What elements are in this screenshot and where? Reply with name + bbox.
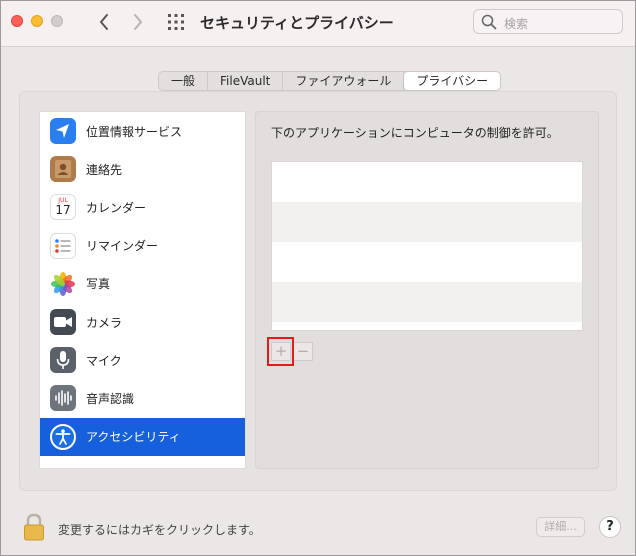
app-list[interactable] bbox=[271, 161, 583, 331]
list-item bbox=[272, 242, 582, 282]
details-button[interactable]: 詳細... bbox=[536, 517, 585, 537]
chevron-left-icon bbox=[100, 14, 108, 30]
search-placeholder: 検索 bbox=[504, 17, 529, 31]
preferences-window: セキュリティとプライバシー 検索 一般 FileVault ファイアウォール プ… bbox=[0, 0, 636, 556]
camera-icon bbox=[50, 309, 76, 336]
sidebar-item-label: カメラ bbox=[86, 315, 123, 330]
title-bar: セキュリティとプライバシー 検索 bbox=[1, 1, 635, 47]
sidebar-item-label: 連絡先 bbox=[86, 162, 123, 177]
tab-firewall[interactable]: ファイアウォール bbox=[283, 72, 405, 90]
lock-icon bbox=[24, 513, 44, 541]
show-all-button[interactable] bbox=[166, 12, 186, 32]
search-field[interactable]: 検索 bbox=[473, 9, 623, 34]
grid-icon bbox=[168, 14, 184, 30]
minimize-button[interactable] bbox=[31, 15, 43, 27]
window-title: セキュリティとプライバシー bbox=[200, 14, 394, 32]
sidebar-item-label: リマインダー bbox=[86, 239, 159, 254]
microphone-icon bbox=[50, 347, 76, 374]
chevron-right-icon bbox=[134, 14, 142, 30]
privacy-category-list: 位置情報サービス 連絡先 JUL 17 カレンダー リマインダー 写真 カメラ … bbox=[39, 111, 246, 469]
sidebar-item-label: マイク bbox=[86, 353, 122, 368]
sidebar-item-calendar[interactable]: JUL 17 カレンダー bbox=[40, 188, 245, 226]
sidebar-item-speech-recognition[interactable]: 音声認識 bbox=[40, 379, 245, 417]
speech-recognition-icon bbox=[50, 385, 76, 412]
help-button[interactable]: ? bbox=[599, 516, 621, 538]
list-item bbox=[272, 162, 582, 202]
instruction-text: 下のアプリケーションにコンピュータの制御を許可。 bbox=[271, 126, 559, 140]
sidebar-item-reminders[interactable]: リマインダー bbox=[40, 227, 245, 265]
tab-privacy[interactable]: プライバシー bbox=[404, 72, 501, 90]
back-button[interactable] bbox=[93, 11, 115, 33]
search-icon bbox=[481, 14, 497, 30]
close-button[interactable] bbox=[11, 15, 23, 27]
lock-status-text: 変更するにはカギをクリックします。 bbox=[58, 523, 261, 537]
sidebar-item-microphone[interactable]: マイク bbox=[40, 341, 245, 379]
calendar-icon: JUL 17 bbox=[50, 194, 76, 221]
accessibility-icon bbox=[50, 423, 76, 450]
sidebar-item-label: 写真 bbox=[86, 277, 111, 292]
contacts-icon bbox=[50, 156, 76, 183]
sidebar-item-label: カレンダー bbox=[86, 200, 147, 215]
forward-button[interactable] bbox=[127, 11, 149, 33]
tab-filevault[interactable]: FileVault bbox=[208, 72, 284, 90]
zoom-button[interactable] bbox=[51, 15, 63, 27]
sidebar-item-camera[interactable]: カメラ bbox=[40, 303, 245, 341]
sidebar-item-contacts[interactable]: 連絡先 bbox=[40, 150, 245, 188]
tab-general[interactable]: 一般 bbox=[159, 72, 209, 90]
location-arrow-icon bbox=[50, 118, 76, 145]
remove-app-button[interactable]: − bbox=[293, 342, 313, 361]
list-item bbox=[272, 202, 582, 242]
tab-bar: 一般 FileVault ファイアウォール プライバシー bbox=[158, 71, 502, 91]
sidebar-item-location-services[interactable]: 位置情報サービス bbox=[40, 112, 245, 150]
sidebar-item-label: 音声認識 bbox=[86, 391, 135, 406]
reminders-icon bbox=[50, 232, 76, 259]
sidebar-item-photos[interactable]: 写真 bbox=[40, 265, 245, 303]
photos-icon bbox=[50, 270, 76, 297]
list-item bbox=[272, 282, 582, 322]
sidebar-item-label: 位置情報サービス bbox=[86, 124, 183, 139]
sidebar-item-accessibility[interactable]: アクセシビリティ bbox=[40, 417, 245, 456]
lock-button[interactable] bbox=[23, 513, 45, 545]
sidebar-item-label: アクセシビリティ bbox=[86, 430, 181, 445]
highlight-annotation bbox=[267, 337, 294, 366]
